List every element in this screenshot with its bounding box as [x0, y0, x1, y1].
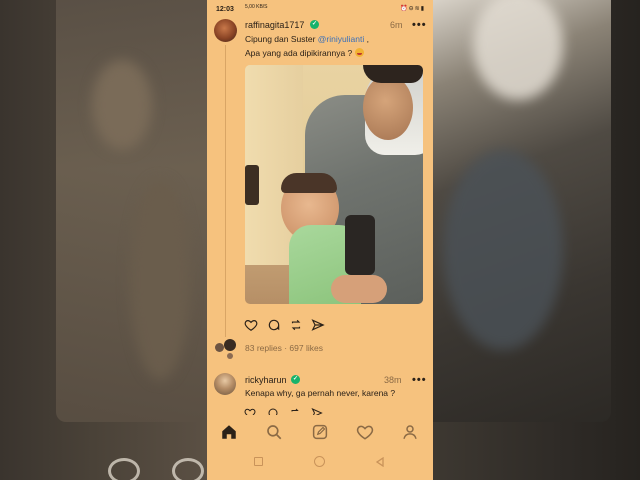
network-speed: 5,00 KB/S	[245, 4, 268, 10]
home-circle-icon[interactable]	[314, 456, 325, 467]
reply-actions	[244, 407, 344, 415]
avatar[interactable]	[214, 373, 236, 395]
reply-username[interactable]: rickyharun	[245, 375, 287, 385]
baby-hair	[281, 173, 337, 193]
blurred-background-left	[0, 0, 207, 480]
post-caption: Cipung dan Suster @riniyulianti , Apa ya…	[245, 32, 369, 60]
share-icon[interactable]	[311, 407, 323, 415]
activity-heart-icon[interactable]	[356, 423, 374, 441]
heart-icon[interactable]	[244, 318, 258, 332]
blurred-shape	[92, 60, 152, 150]
more-options-icon[interactable]: •••	[412, 20, 427, 31]
post-photo[interactable]	[245, 65, 423, 304]
avatar[interactable]	[214, 19, 237, 42]
mention-link[interactable]: @riniyulianti	[318, 34, 364, 44]
battery-icon: ▮	[420, 6, 425, 12]
repost-icon[interactable]	[289, 407, 301, 415]
bag-strap	[345, 215, 375, 275]
search-icon[interactable]	[265, 423, 283, 441]
video-frame: 12:03 5,00 KB/S ⏰⊖≋▮ raffinagita1717 ✓ 6…	[0, 0, 640, 480]
more-options-icon[interactable]: •••	[412, 375, 427, 386]
back-triangle-icon[interactable]	[375, 457, 385, 467]
smiling-face-emoji	[354, 48, 364, 57]
profile-icon[interactable]	[401, 423, 419, 441]
repost-icon[interactable]	[289, 318, 303, 332]
recents-square-icon[interactable]	[254, 457, 263, 466]
baby-arm	[331, 275, 387, 303]
verified-badge-icon: ✓	[291, 375, 300, 384]
blurred-background-right	[433, 0, 640, 480]
phone-screen: 12:03 5,00 KB/S ⏰⊖≋▮ raffinagita1717 ✓ 6…	[207, 0, 433, 480]
caption-text: Apa yang ada dipikirannya ?	[245, 48, 355, 58]
reply-text: Kenapa why, ga pernah never, karena ?	[245, 388, 396, 398]
caption-text: ,	[364, 34, 369, 44]
status-icons: ⏰⊖≋▮	[400, 5, 425, 12]
home-icon[interactable]	[220, 423, 238, 441]
replier-avatar	[224, 339, 236, 351]
reply-time: 38m	[384, 375, 402, 385]
blurred-shape	[130, 180, 190, 380]
blurred-comment-icon	[172, 458, 204, 480]
post-stats[interactable]: 83 replies · 697 likes	[245, 343, 323, 353]
verified-badge-icon: ✓	[310, 20, 319, 29]
comment-icon[interactable]	[267, 407, 279, 415]
comment-icon[interactable]	[267, 318, 281, 332]
compose-icon[interactable]	[311, 423, 329, 441]
status-time: 12:03	[216, 6, 234, 13]
alarm-icon: ⏰	[400, 6, 409, 12]
replier-avatar	[227, 353, 233, 359]
post-time: 6m	[390, 20, 403, 30]
blurred-heart-icon	[108, 458, 140, 480]
adult-face	[363, 75, 413, 140]
adult-hair	[363, 65, 423, 83]
door-handle	[245, 165, 259, 205]
share-icon[interactable]	[311, 318, 325, 332]
post-username[interactable]: raffinagita1717	[245, 20, 304, 30]
status-bar: 12:03 5,00 KB/S ⏰⊖≋▮	[207, 0, 433, 18]
caption-text: Cipung dan Suster	[245, 34, 318, 44]
replier-avatar	[215, 343, 224, 352]
heart-icon[interactable]	[244, 407, 256, 415]
thread-line	[225, 45, 226, 337]
blurred-shape	[443, 150, 563, 350]
